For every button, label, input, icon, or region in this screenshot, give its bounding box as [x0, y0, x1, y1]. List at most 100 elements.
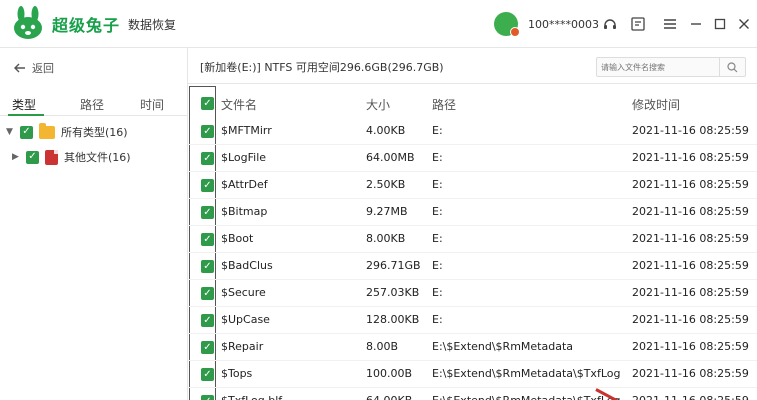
file-name[interactable]: $Repair	[221, 340, 263, 353]
menu-icon[interactable]	[660, 14, 680, 34]
tree-item-other-files[interactable]: ▶ ✓ 其他文件(16)	[12, 149, 131, 165]
file-path: E:\$Extend\$RmMetadata	[432, 340, 574, 353]
file-modified-time: 2021-11-16 08:25:59	[632, 286, 749, 299]
file-path: E:\$Extend\$RmMetadata\$TxfLog	[432, 367, 621, 380]
file-path: E:	[432, 178, 443, 191]
row-checkbox[interactable]: ✓	[201, 152, 214, 165]
file-name[interactable]: $LogFile	[221, 151, 266, 164]
tree-item-label: 所有类型(16)	[61, 126, 128, 139]
row-checkbox[interactable]: ✓	[201, 233, 214, 246]
file-size: 2.50KB	[366, 178, 406, 191]
row-divider	[188, 333, 757, 334]
account-id[interactable]: 100****0003	[528, 18, 599, 31]
search-box	[596, 57, 746, 77]
app-name: 数据恢复	[128, 18, 177, 32]
file-path: E:\$Extend\$RmMetadata\$TxfLog	[432, 394, 620, 400]
back-button[interactable]: 返回	[14, 60, 54, 76]
row-divider	[188, 198, 757, 199]
search-input[interactable]	[601, 59, 711, 75]
row-checkbox[interactable]: ✓	[201, 368, 214, 381]
file-path: E:	[432, 232, 443, 245]
file-size: 8.00KB	[366, 232, 406, 245]
row-checkbox[interactable]: ✓	[201, 395, 214, 400]
tab-type[interactable]: 类型	[12, 96, 36, 113]
file-name[interactable]: $Tops	[221, 367, 252, 380]
checkbox[interactable]: ✓	[20, 125, 33, 139]
folder-icon	[39, 122, 55, 139]
tab-path[interactable]: 路径	[80, 96, 104, 113]
brand-name: 超级兔子	[52, 16, 121, 35]
file-modified-time: 2021-11-16 08:25:59	[632, 178, 749, 191]
feedback-icon[interactable]	[628, 14, 648, 34]
row-divider	[188, 387, 757, 388]
column-header-path[interactable]: 路径	[432, 96, 456, 113]
chevron-down-icon[interactable]: ▼	[6, 127, 14, 137]
vip-badge-icon	[510, 27, 520, 37]
row-divider	[188, 144, 757, 145]
tab-time[interactable]: 时间	[140, 96, 164, 113]
file-modified-time: 2021-11-16 08:25:59	[632, 394, 749, 400]
arrow-left-icon	[14, 63, 25, 73]
file-modified-time: 2021-11-16 08:25:59	[632, 205, 749, 218]
file-size: 257.03KB	[366, 286, 420, 299]
file-path: E:	[432, 259, 443, 272]
tree-item-all-types[interactable]: ▼ ✓ 所有类型(16)	[6, 122, 128, 140]
maximize-icon[interactable]	[710, 14, 730, 34]
file-path: E:	[432, 286, 443, 299]
close-icon[interactable]	[734, 14, 754, 34]
row-checkbox[interactable]: ✓	[201, 179, 214, 192]
row-divider	[188, 171, 757, 172]
row-divider	[188, 360, 757, 361]
row-divider	[188, 252, 757, 253]
row-divider	[188, 306, 757, 307]
rabbit-logo-icon	[14, 6, 42, 39]
column-header-name[interactable]: 文件名	[221, 96, 257, 113]
file-name[interactable]: $Boot	[221, 232, 253, 245]
active-tab-indicator	[8, 114, 44, 116]
column-header-modified[interactable]: 修改时间	[632, 96, 680, 113]
row-checkbox[interactable]: ✓	[201, 287, 214, 300]
headset-icon[interactable]	[600, 14, 620, 34]
file-size: 100.00B	[366, 367, 413, 380]
file-size: 64.00MB	[366, 151, 415, 164]
search-icon	[727, 61, 738, 72]
file-path: E:	[432, 205, 443, 218]
row-checkbox[interactable]: ✓	[201, 260, 214, 273]
file-modified-time: 2021-11-16 08:25:59	[632, 313, 749, 326]
column-header-size[interactable]: 大小	[366, 96, 390, 113]
row-checkbox[interactable]: ✓	[201, 125, 214, 138]
row-checkbox[interactable]: ✓	[201, 206, 214, 219]
file-modified-time: 2021-11-16 08:25:59	[632, 259, 749, 272]
file-name[interactable]: $Secure	[221, 286, 266, 299]
file-modified-time: 2021-11-16 08:25:59	[632, 367, 749, 380]
file-size: 296.71GB	[366, 259, 421, 272]
file-size: 128.00KB	[366, 313, 420, 326]
file-name[interactable]: $UpCase	[221, 313, 270, 326]
row-divider	[188, 225, 757, 226]
file-path: E:	[432, 151, 443, 164]
search-button[interactable]	[719, 58, 745, 76]
file-name[interactable]: $BadClus	[221, 259, 273, 272]
file-size: 8.00B	[366, 340, 399, 353]
file-name[interactable]: $AttrDef	[221, 178, 268, 191]
file-modified-time: 2021-11-16 08:25:59	[632, 124, 749, 137]
file-name[interactable]: $TxfLog.blf	[221, 394, 282, 400]
file-modified-time: 2021-11-16 08:25:59	[632, 340, 749, 353]
file-modified-time: 2021-11-16 08:25:59	[632, 151, 749, 164]
disk-info: [新加卷(E:)] NTFS 可用空间296.6GB(296.7GB)	[200, 61, 444, 74]
minimize-icon[interactable]	[686, 14, 706, 34]
file-name[interactable]: $Bitmap	[221, 205, 267, 218]
row-checkbox[interactable]: ✓	[201, 341, 214, 354]
chevron-right-icon[interactable]: ▶	[12, 152, 20, 162]
file-path: E:	[432, 313, 443, 326]
file-size: 64.00KB	[366, 394, 412, 400]
checkbox[interactable]: ✓	[26, 150, 39, 164]
back-label: 返回	[32, 62, 54, 75]
file-size: 4.00KB	[366, 124, 406, 137]
file-icon	[45, 149, 58, 165]
file-size: 9.27MB	[366, 205, 408, 218]
file-modified-time: 2021-11-16 08:25:59	[632, 232, 749, 245]
row-checkbox[interactable]: ✓	[201, 314, 214, 327]
file-name[interactable]: $MFTMirr	[221, 124, 272, 137]
file-path: E:	[432, 124, 443, 137]
